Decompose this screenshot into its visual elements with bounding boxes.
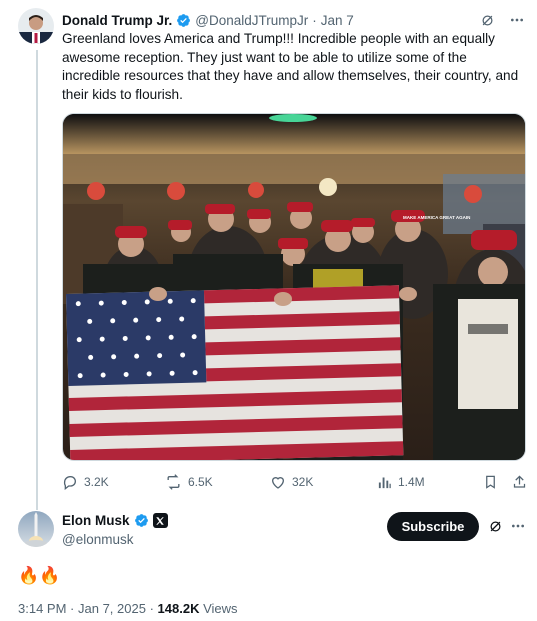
- bookmark-icon: [486, 475, 495, 489]
- more-options-icon[interactable]: [510, 518, 526, 534]
- tweet-views-label: Views: [203, 601, 238, 616]
- tweet-header: Donald Trump Jr. @DonaldJTrumpJr · Jan 7: [62, 10, 525, 30]
- bookmark-button[interactable]: [483, 474, 498, 490]
- share-icon: [513, 475, 526, 488]
- tweet-views-count: 148.2K: [157, 601, 200, 616]
- tweet-photo[interactable]: MAKE AMERICA GREAT AGAIN: [62, 113, 526, 461]
- hat-text: MAKE AMERICA GREAT AGAIN: [403, 215, 470, 220]
- tweet2-text: 🔥🔥: [18, 566, 61, 585]
- separator-dot: ·: [70, 601, 78, 616]
- verified-badge-icon: [176, 13, 191, 28]
- author2-handle[interactable]: @elonmusk: [62, 532, 133, 547]
- analytics-icon: [378, 477, 391, 488]
- tweet-actions-bar: 3.2K 6.5K 32K 1.4M: [62, 472, 526, 492]
- grok-icon[interactable]: [479, 12, 495, 28]
- separator-dot: ·: [149, 601, 158, 616]
- views-button[interactable]: 1.4M: [377, 475, 425, 490]
- author2-name-row: Elon Musk: [62, 513, 168, 528]
- avatar-donald-trump-jr[interactable]: [18, 8, 54, 44]
- reply-button[interactable]: 3.2K: [62, 474, 109, 490]
- x-affiliate-badge-icon: [152, 513, 168, 528]
- avatar-elon-musk[interactable]: [18, 511, 54, 547]
- heart-icon: [271, 477, 285, 489]
- share-button[interactable]: [512, 474, 527, 490]
- tweet-text: Greenland loves America and Trump!!! Inc…: [62, 31, 519, 102]
- separator-dot: ·: [312, 12, 317, 28]
- reply-icon: [63, 476, 76, 490]
- verified-badge-icon: [134, 513, 149, 528]
- grok-icon[interactable]: [487, 518, 503, 534]
- author-handle[interactable]: @DonaldJTrumpJr: [195, 13, 308, 28]
- views-count: 1.4M: [398, 475, 425, 489]
- like-button[interactable]: 32K: [270, 474, 313, 490]
- author2-name[interactable]: Elon Musk: [62, 513, 130, 528]
- author-name[interactable]: Donald Trump Jr.: [62, 13, 172, 28]
- tweet-time[interactable]: 3:14 PM: [18, 601, 66, 616]
- tweet-timestamp-row: 3:14 PM · Jan 7, 2025 · 148.2K Views: [18, 601, 238, 616]
- like-count: 32K: [292, 475, 314, 489]
- reply-count: 3.2K: [84, 475, 109, 489]
- repost-icon: [167, 474, 180, 490]
- subscribe-button[interactable]: Subscribe: [387, 512, 479, 541]
- tweet-date[interactable]: Jan 7: [321, 13, 354, 28]
- repost-count: 6.5K: [188, 475, 213, 489]
- more-options-icon[interactable]: [509, 12, 525, 28]
- repost-button[interactable]: 6.5K: [165, 474, 213, 490]
- tweet-full-date[interactable]: Jan 7, 2025: [78, 601, 146, 616]
- thread-connector-line: [36, 50, 38, 510]
